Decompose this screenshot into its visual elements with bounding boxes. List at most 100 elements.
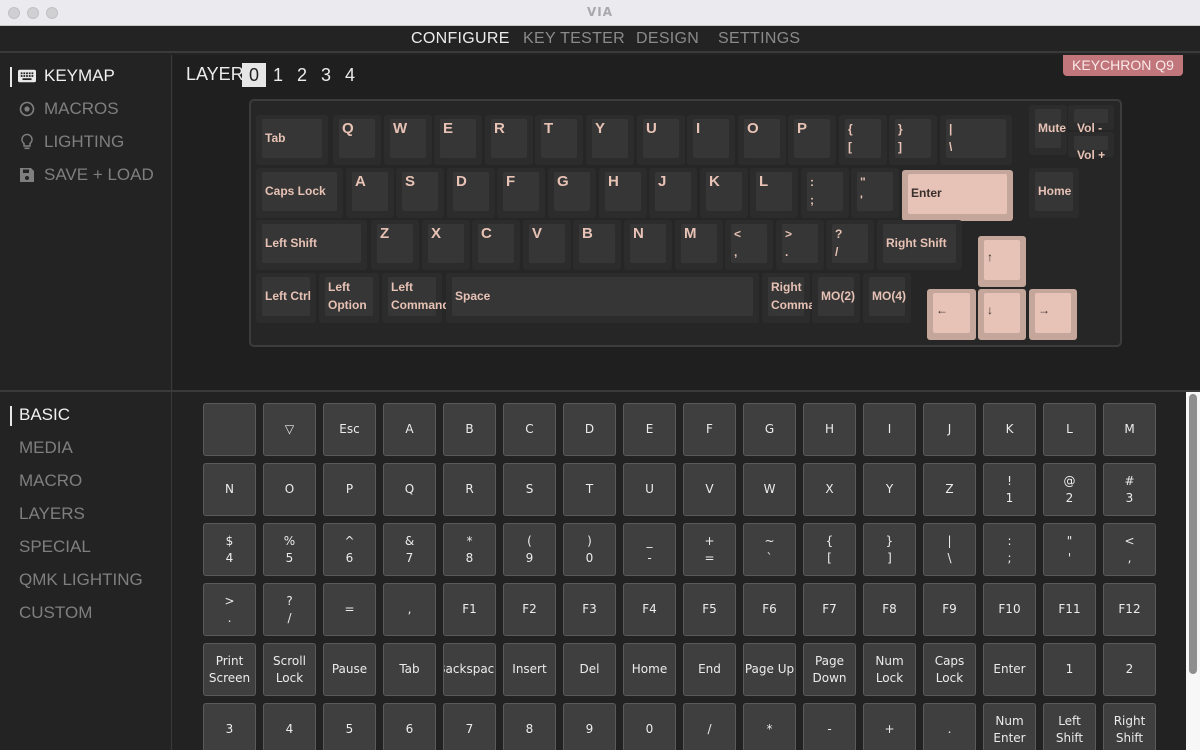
- keycode-button[interactable]: F6: [743, 583, 796, 636]
- keyboard-key[interactable]: ←: [927, 289, 976, 340]
- keycode-button[interactable]: Esc: [323, 403, 376, 456]
- keyboard-key[interactable]: Right Command: [762, 273, 830, 323]
- keycode-button[interactable]: Caps Lock: [923, 643, 976, 696]
- keyboard-key[interactable]: MO(2): [812, 273, 860, 323]
- keyboard-key[interactable]: > .: [776, 220, 824, 270]
- keyboard-key[interactable]: F: [497, 168, 545, 218]
- keycode-button[interactable]: * 8: [443, 523, 496, 576]
- keycode-button[interactable]: 9: [563, 703, 616, 750]
- keycode-button[interactable]: F5: [683, 583, 736, 636]
- keycode-button[interactable]: =: [323, 583, 376, 636]
- keyboard-key[interactable]: I: [687, 115, 735, 165]
- keyboard-key[interactable]: Left Shift: [256, 220, 367, 270]
- keyboard-key[interactable]: Left Option: [319, 273, 379, 323]
- keyboard-key[interactable]: : ;: [801, 168, 849, 218]
- keycode-button[interactable]: F3: [563, 583, 616, 636]
- keycode-button[interactable]: ~ `: [743, 523, 796, 576]
- keycode-button[interactable]: F2: [503, 583, 556, 636]
- keycode-button[interactable]: | \: [923, 523, 976, 576]
- keycode-button[interactable]: 8: [503, 703, 556, 750]
- keycode-button[interactable]: _ -: [623, 523, 676, 576]
- tab-design[interactable]: DESIGN: [636, 30, 699, 48]
- keycode-button[interactable]: Enter: [983, 643, 1036, 696]
- keycode-button[interactable]: : ;: [983, 523, 1036, 576]
- keycode-button[interactable]: $ 4: [203, 523, 256, 576]
- layer-4-button[interactable]: 4: [338, 63, 362, 87]
- keycode-button[interactable]: S: [503, 463, 556, 516]
- keycode-button[interactable]: I: [863, 403, 916, 456]
- keyboard-key[interactable]: O: [738, 115, 786, 165]
- keyboard-key[interactable]: M: [675, 220, 723, 270]
- keycode-button[interactable]: Page Down: [803, 643, 856, 696]
- keycode-button[interactable]: [203, 403, 256, 456]
- keyboard-key[interactable]: Mute: [1029, 105, 1067, 155]
- keyboard-key[interactable]: A: [346, 168, 394, 218]
- keyboard-key[interactable]: ? /: [826, 220, 874, 270]
- keycode-button[interactable]: G: [743, 403, 796, 456]
- keycode-button[interactable]: X: [803, 463, 856, 516]
- keyboard-key[interactable]: G: [548, 168, 596, 218]
- keycode-button[interactable]: V: [683, 463, 736, 516]
- keycode-button[interactable]: Insert: [503, 643, 556, 696]
- keycode-button[interactable]: K: [983, 403, 1036, 456]
- keyboard-key[interactable]: Vol -: [1068, 105, 1114, 135]
- keyboard-key[interactable]: Left Ctrl: [256, 273, 316, 323]
- keycode-button[interactable]: Left Shift: [1043, 703, 1096, 750]
- category-special[interactable]: SPECIAL: [19, 537, 91, 557]
- keyboard-key[interactable]: { [: [839, 115, 887, 165]
- category-media[interactable]: MEDIA: [19, 438, 73, 458]
- keycode-button[interactable]: ▽: [263, 403, 316, 456]
- keycode-button[interactable]: ^ 6: [323, 523, 376, 576]
- keycode-button[interactable]: Page Up: [743, 643, 796, 696]
- keycode-button[interactable]: # 3: [1103, 463, 1156, 516]
- sidebar-item-lighting[interactable]: LIGHTING: [18, 132, 124, 152]
- keycode-button[interactable]: Print Screen: [203, 643, 256, 696]
- keycode-button[interactable]: P: [323, 463, 376, 516]
- keycode-button[interactable]: H: [803, 403, 856, 456]
- keyboard-key[interactable]: Vol +: [1068, 132, 1114, 162]
- keyboard-key[interactable]: Q: [333, 115, 381, 165]
- keycode-button[interactable]: A: [383, 403, 436, 456]
- keycode-button[interactable]: Backspace: [443, 643, 496, 696]
- keyboard-key[interactable]: K: [700, 168, 748, 218]
- keyboard-key[interactable]: J: [649, 168, 697, 218]
- keycode-button[interactable]: 6: [383, 703, 436, 750]
- keycode-button[interactable]: Y: [863, 463, 916, 516]
- keyboard-key[interactable]: Z: [371, 220, 419, 270]
- keycode-button[interactable]: B: [443, 403, 496, 456]
- keycode-button[interactable]: Pause: [323, 643, 376, 696]
- scrollbar-thumb[interactable]: [1189, 394, 1197, 674]
- keycode-button[interactable]: 0: [623, 703, 676, 750]
- keyboard-key[interactable]: Enter: [902, 170, 1013, 221]
- keycode-button[interactable]: F12: [1103, 583, 1156, 636]
- keyboard-key[interactable]: R: [485, 115, 533, 165]
- keycode-button[interactable]: F8: [863, 583, 916, 636]
- keycode-button[interactable]: 4: [263, 703, 316, 750]
- tab-settings[interactable]: SETTINGS: [718, 30, 800, 48]
- keycode-button[interactable]: J: [923, 403, 976, 456]
- keyboard-key[interactable]: U: [637, 115, 685, 165]
- keycode-button[interactable]: +: [863, 703, 916, 750]
- keycode-button[interactable]: Z: [923, 463, 976, 516]
- layer-0-button[interactable]: 0: [242, 63, 266, 87]
- keycode-button[interactable]: R: [443, 463, 496, 516]
- keycode-button[interactable]: } ]: [863, 523, 916, 576]
- keyboard-key[interactable]: Home: [1029, 168, 1079, 218]
- keycode-button[interactable]: 1: [1043, 643, 1096, 696]
- keyboard-key[interactable]: Left Command: [382, 273, 450, 323]
- keycode-button[interactable]: Q: [383, 463, 436, 516]
- keycode-button[interactable]: F: [683, 403, 736, 456]
- keyboard-key[interactable]: V: [523, 220, 571, 270]
- keyboard-key[interactable]: Caps Lock: [256, 168, 343, 218]
- keycode-button[interactable]: Num Enter: [983, 703, 1036, 750]
- sidebar-item-keymap[interactable]: KEYMAP: [18, 66, 115, 86]
- keycode-button[interactable]: End: [683, 643, 736, 696]
- keyboard-key[interactable]: } ]: [889, 115, 937, 165]
- keycode-button[interactable]: -: [803, 703, 856, 750]
- keycode-button[interactable]: @ 2: [1043, 463, 1096, 516]
- category-qmk-lighting[interactable]: QMK LIGHTING: [19, 570, 143, 590]
- keycode-button[interactable]: & 7: [383, 523, 436, 576]
- keyboard-key[interactable]: ↓: [978, 289, 1026, 340]
- keycode-button[interactable]: ! 1: [983, 463, 1036, 516]
- keyboard-key[interactable]: Space: [446, 273, 759, 323]
